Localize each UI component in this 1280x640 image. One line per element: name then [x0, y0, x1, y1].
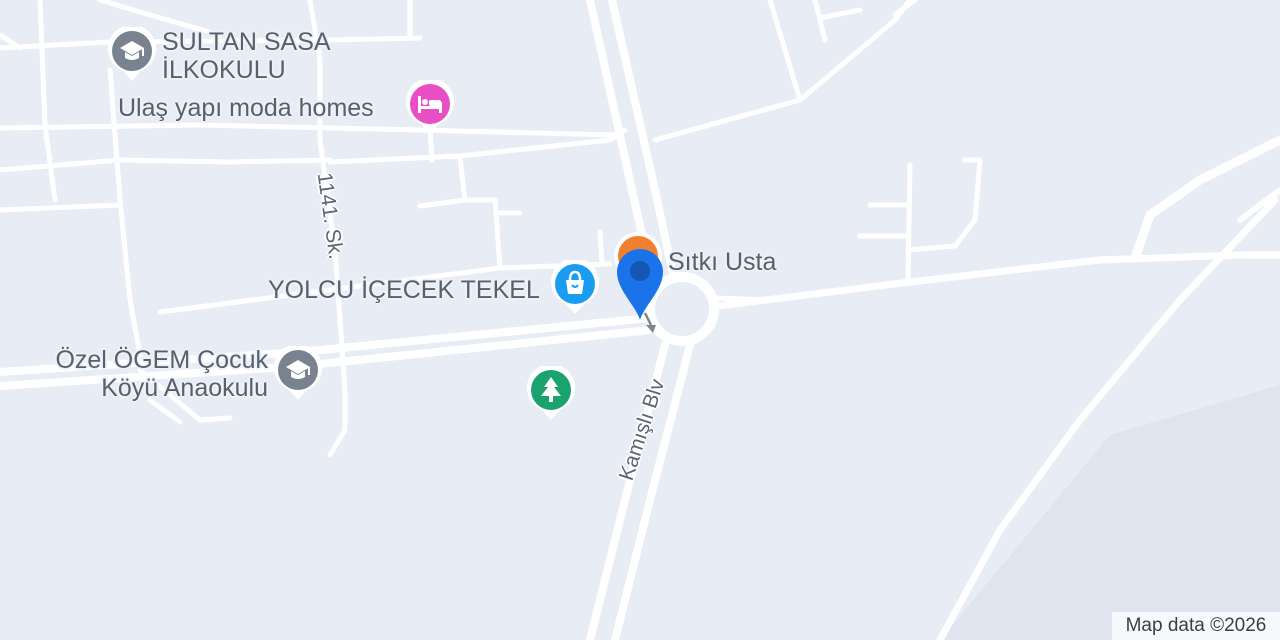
poi-label-sitki-usta: Sıtkı Usta: [668, 248, 777, 276]
poi-marker-yolcu-icecek[interactable]: [549, 257, 601, 316]
location-pin-marker[interactable]: [614, 246, 666, 322]
poi-label-ulas-yapi: Ulaş yapı moda homes: [118, 94, 374, 122]
poi-marker-sultan-sasa[interactable]: [106, 24, 158, 83]
poi-marker-ozel-ogem[interactable]: [272, 343, 324, 402]
poi-label-sultan-sasa: SULTAN SASA İLKOKULU: [162, 28, 331, 84]
poi-marker-ulas-yapi[interactable]: [404, 77, 456, 136]
poi-label-ozel-ogem: Özel ÖGEM Çocuk Köyü Anaokulu: [55, 346, 268, 402]
location-pin-icon: [617, 249, 663, 320]
map-attribution: Map data ©2026: [1112, 612, 1280, 640]
poi-label-yolcu-icecek: YOLCU İÇECEK TEKEL: [268, 276, 540, 304]
terrain-area: [940, 385, 1280, 640]
poi-marker-park[interactable]: [525, 363, 577, 422]
